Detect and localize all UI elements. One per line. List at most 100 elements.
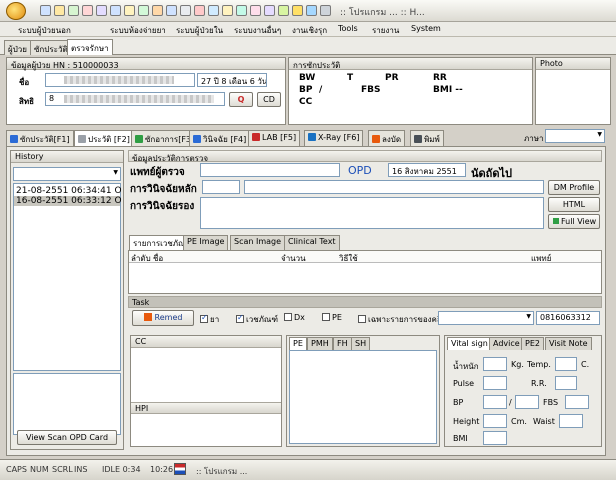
toolbar-icon-4[interactable] [82,5,93,16]
toolbar-icon-2[interactable] [54,5,65,16]
pe-text[interactable] [289,350,437,444]
pulse-field[interactable] [483,376,507,390]
language-select[interactable]: ▼ [545,129,605,143]
remed-button[interactable]: Remed [132,310,194,326]
menu-item-reports[interactable]: รายงาน [372,24,399,37]
full-view-button[interactable]: Full View [548,214,600,229]
toolbar-icon-11[interactable] [180,5,191,16]
history-item[interactable]: 21-08-2551 06:34:41 O [16,186,122,196]
tab-examination[interactable]: ตรวจรักษา [67,39,113,55]
doctor-field[interactable] [200,163,340,177]
toolbar-icon-9[interactable] [152,5,163,16]
tab-label: วินิจฉัย [F4] [203,135,247,144]
bp-diastolic-field[interactable] [515,395,539,409]
history-filter[interactable]: ▼ [13,167,121,181]
visit-date-field[interactable]: 16 สิงหาคม 2551 [388,163,466,177]
tab-scan-image[interactable]: Scan Image [230,235,286,250]
tab-vital-sign[interactable]: Vital sign [447,337,492,350]
tab-lab-f5[interactable]: LAB [F5] [248,130,301,146]
html-button[interactable]: HTML [548,197,600,212]
sub-diagnosis-field[interactable] [200,197,544,229]
chevron-down-icon: ▼ [597,131,602,138]
menu-item-opd[interactable]: ระบบผู้ป่วยนอก [18,24,71,37]
name-label: ชื่อ [19,78,30,87]
tab-patient[interactable]: ผู้ป่วย [4,40,31,55]
tab-record[interactable]: ลงบัด [368,130,406,146]
tab-history-f2[interactable]: ประวัติ [F2] [74,130,134,147]
weight-field[interactable] [483,357,507,371]
fbs-field[interactable] [565,395,589,409]
height-field[interactable] [483,414,507,428]
tab-pe2[interactable]: PE2 [521,337,544,350]
toolbar-icon-21[interactable] [320,5,331,16]
toolbar-icon-20[interactable] [306,5,317,16]
menu-item-pharmacy[interactable]: ระบบห้องจ่ายยา [110,24,166,37]
check-dx[interactable]: Dx [284,313,305,322]
bp-systolic-field[interactable] [483,395,507,409]
doctor-label: แพทย์ผู้ตรวจ [130,167,185,178]
tab-screening-f1[interactable]: ซักประวัติ[F1] [6,130,74,146]
toolbar-icon-6[interactable] [110,5,121,16]
toolbar-icon-3[interactable] [68,5,79,16]
tab-advice[interactable]: Advice [489,337,524,350]
tab-xray-f6[interactable]: X-Ray [F6] [304,130,364,146]
age-field: 27 ปี 8 เดือน 6 วัน [197,73,267,87]
cd-button[interactable]: CD [257,92,281,107]
toolbar-icon-13[interactable] [208,5,219,16]
tab-diagnosis-f4[interactable]: วินิจฉัย [F4] [189,130,251,146]
tab-fh[interactable]: FH [333,337,352,350]
queue-button[interactable]: Q [229,92,253,107]
main-diagnosis-code[interactable] [202,180,240,194]
menu-item-tools[interactable]: Tools [338,24,358,33]
bp-separator: / [319,85,323,95]
toolbar-icon-19[interactable] [292,5,303,16]
check-drug[interactable]: ยา [200,313,219,326]
history-item-selected[interactable]: 16-08-2551 06:33:12 O [14,196,122,206]
weight-label: น้ำหนัก [453,362,479,371]
toolbar-icon-10[interactable] [166,5,177,16]
tab-pe[interactable]: PE [289,337,307,350]
toolbar-icon-14[interactable] [222,5,233,16]
main-diagnosis-field[interactable] [244,180,544,194]
tab-clinical-text[interactable]: Clinical Text [284,235,340,250]
right-field[interactable]: 8 [45,92,225,106]
toolbar-icon-15[interactable] [236,5,247,16]
waist-field[interactable] [559,414,583,428]
tab-visit-note[interactable]: Visit Note [545,337,592,350]
symptoms-icon [135,135,143,143]
check-pe[interactable]: PE [322,313,342,322]
menu-item-system[interactable]: System [411,24,441,33]
menu-item-ipd[interactable]: ระบบผู้ป่วยใน [176,24,223,37]
toolbar-icon-8[interactable] [138,5,149,16]
check-supplies[interactable]: เวชภัณฑ์ [236,313,278,326]
menu-item-other[interactable]: ระบบงานอื่นๆ [234,24,281,37]
temp-field[interactable] [555,357,577,371]
view-scan-opd-card-button[interactable]: View Scan OPD Card [17,430,117,445]
toolbar-icon-18[interactable] [278,5,289,16]
tab-print[interactable]: พิมพ์ [410,130,444,146]
toolbar-icon-1[interactable] [40,5,51,16]
fbs-label: FBS [361,85,381,95]
tab-label: X-Ray [F6] [318,133,360,142]
chevron-down-icon: ▼ [113,169,118,176]
bmi-field[interactable] [483,431,507,445]
tab-pmh[interactable]: PMH [307,337,333,350]
check-label: ยา [210,315,220,324]
toolbar-icon-17[interactable] [264,5,275,16]
toolbar-icon-16[interactable] [250,5,261,16]
dm-profile-button[interactable]: DM Profile [548,180,600,195]
phone-field[interactable]: 0816063312 [536,311,600,325]
tab-screening[interactable]: ซักประวัติ [30,40,72,55]
sub-diagnosis-label: การวินิจฉัยรอง [130,201,195,212]
clinic-select[interactable]: ▼ [438,311,534,325]
tab-pe-image[interactable]: PE Image [183,235,229,250]
rr-field[interactable] [555,376,577,390]
patient-panel: ข้อมูลผู้ป่วย HN : 510000033 ชื่อ 27 ปี … [6,57,286,125]
patient-name-field[interactable] [45,73,195,87]
toolbar-icon-7[interactable] [124,5,135,16]
toolbar-icon-12[interactable] [194,5,205,16]
menu-item-proactive[interactable]: งานเชิงรุก [292,24,327,37]
toolbar-icon-5[interactable] [96,5,107,16]
xray-icon [308,133,316,141]
tab-sh[interactable]: SH [351,337,371,350]
